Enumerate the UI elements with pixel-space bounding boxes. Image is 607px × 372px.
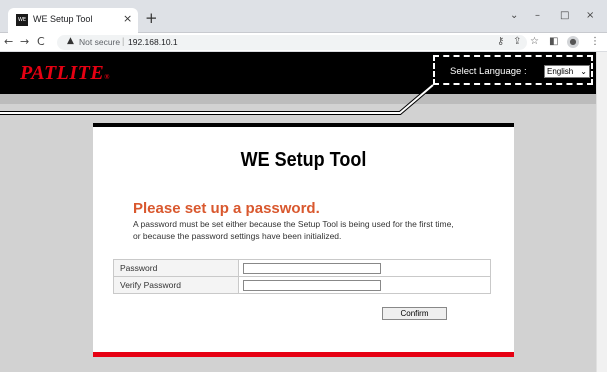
- password-label: Password: [113, 259, 239, 277]
- favicon-icon: WE: [16, 14, 28, 26]
- password-row: Password: [113, 259, 491, 277]
- maximize-button[interactable]: □: [560, 10, 569, 21]
- password-description: A password must be set either because th…: [133, 218, 454, 242]
- password-field[interactable]: [243, 262, 381, 274]
- verify-row: Verify Password: [113, 276, 491, 294]
- verify-cell: [238, 276, 491, 294]
- address-bar[interactable]: ▲ Not secure | 192.168.10.1: [57, 35, 527, 50]
- setup-card: WE Setup Tool Please set up a password. …: [93, 123, 514, 357]
- key-icon[interactable]: ⚷: [497, 36, 504, 47]
- browser-tab[interactable]: WE WE Setup Tool ×: [8, 8, 138, 33]
- password-cell: [238, 259, 491, 277]
- password-form: Password Verify Password: [113, 259, 491, 294]
- browser-window: WE WE Setup Tool × + ⌄ – □ × ← → C ▲ Not…: [0, 0, 607, 372]
- tab-title: WE Setup Tool: [33, 14, 93, 24]
- close-window-button[interactable]: ×: [586, 10, 594, 21]
- forward-button[interactable]: →: [20, 35, 29, 48]
- new-tab-button[interactable]: +: [145, 11, 158, 26]
- warning-icon[interactable]: ▲: [67, 36, 74, 46]
- profile-icon[interactable]: ●: [567, 36, 579, 48]
- reload-button[interactable]: C: [37, 35, 45, 48]
- minimize-button[interactable]: –: [535, 10, 540, 21]
- language-callout-highlight: [433, 55, 593, 85]
- share-icon[interactable]: ⇪: [513, 36, 521, 47]
- star-icon[interactable]: ☆: [530, 36, 539, 47]
- patlite-logo: PATLITE®: [20, 62, 110, 84]
- not-secure-label[interactable]: Not secure: [79, 37, 120, 47]
- verify-password-label: Verify Password: [113, 276, 239, 294]
- tab-strip: WE WE Setup Tool × + ⌄ – □ ×: [0, 0, 607, 33]
- tab-close-icon[interactable]: ×: [123, 12, 132, 25]
- url-text[interactable]: 192.168.10.1: [128, 37, 178, 47]
- password-heading: Please set up a password.: [133, 200, 320, 217]
- tab-search-icon[interactable]: ⌄: [510, 10, 518, 21]
- description-line-1: A password must be set either because th…: [133, 219, 454, 229]
- page-title: WE Setup Tool: [240, 149, 367, 171]
- address-bar-row: ← → C ▲ Not secure | 192.168.10.1 ⚷ ⇪ ☆ …: [0, 33, 607, 52]
- menu-icon[interactable]: ⋮: [590, 36, 600, 47]
- url-separator: |: [122, 36, 125, 46]
- sidepanel-icon[interactable]: ◧: [549, 36, 558, 47]
- verify-password-field[interactable]: [243, 279, 381, 291]
- scrollbar[interactable]: [596, 52, 607, 372]
- header-subbar: [0, 94, 596, 104]
- back-button[interactable]: ←: [4, 35, 13, 48]
- description-line-2: or because the password settings have be…: [133, 231, 342, 241]
- confirm-button[interactable]: Confirm: [382, 307, 447, 320]
